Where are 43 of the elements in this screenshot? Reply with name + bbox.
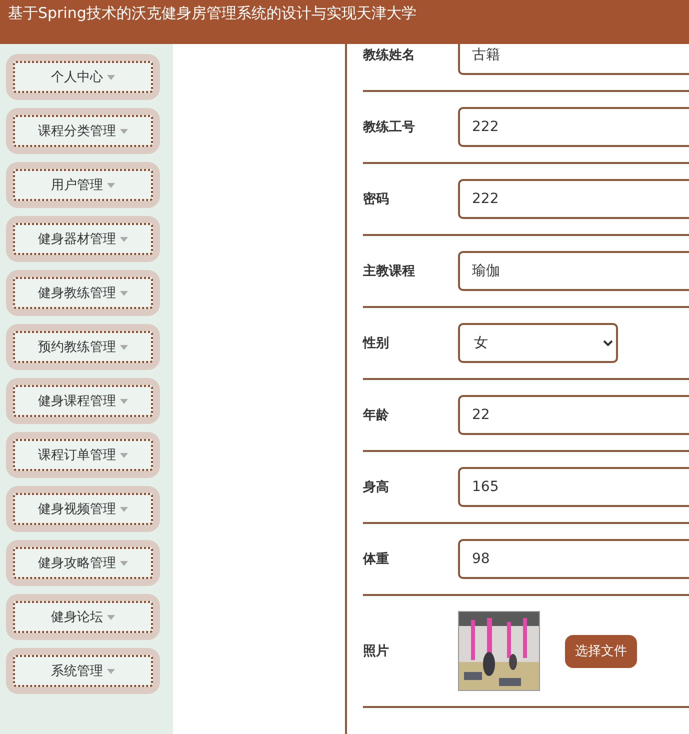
- input-field[interactable]: 古籍: [458, 44, 689, 75]
- field-label: 教练姓名: [363, 47, 416, 64]
- caret-icon: [120, 560, 128, 566]
- menu-item[interactable]: 系统管理: [13, 655, 153, 687]
- input-field[interactable]: 瑜伽: [458, 251, 689, 291]
- input-field[interactable]: 222: [458, 179, 689, 219]
- caret-icon: [120, 290, 128, 296]
- input-field[interactable]: 22: [458, 395, 689, 435]
- field-label: 体重: [363, 550, 390, 568]
- choose-file-button[interactable]: 选择文件: [565, 634, 637, 668]
- field-label: 身高: [363, 478, 390, 496]
- caret-icon: [120, 236, 128, 242]
- caret-icon: [120, 344, 128, 350]
- menu-item[interactable]: 用户管理: [13, 169, 153, 201]
- caret-icon: [107, 614, 115, 620]
- field-label: 主教课程: [363, 262, 416, 280]
- field-label: 性别: [363, 335, 390, 352]
- caret-icon: [107, 668, 115, 674]
- menu-item[interactable]: 课程分类管理: [13, 115, 153, 147]
- field-label: 年龄: [363, 407, 390, 424]
- menu-item[interactable]: 健身课程管理: [13, 385, 153, 417]
- field-label: 教练工号: [363, 119, 416, 136]
- caret-icon: [120, 128, 128, 134]
- menu-item[interactable]: 课程订单管理: [13, 439, 153, 471]
- select-field[interactable]: 女: [458, 323, 618, 363]
- input-field[interactable]: 98: [458, 539, 689, 579]
- caret-icon: [120, 506, 128, 512]
- menu-item[interactable]: 个人中心: [13, 61, 153, 93]
- site-title: 基于Spring技术的沃克健身房管理系统的设计与实现天津大学: [8, 3, 416, 23]
- menu-item[interactable]: 健身攻略管理: [13, 547, 153, 579]
- caret-icon: [120, 398, 128, 404]
- input-field[interactable]: 222: [458, 107, 689, 147]
- menu-item[interactable]: 健身器材管理: [13, 223, 153, 255]
- menu-item[interactable]: 健身教练管理: [13, 277, 153, 309]
- menu-item[interactable]: 预约教练管理: [13, 331, 153, 363]
- menu-item[interactable]: 健身论坛: [13, 601, 153, 633]
- caret-icon: [107, 182, 115, 188]
- field-label: 照片: [363, 643, 390, 660]
- field-label: 密码: [363, 190, 390, 208]
- caret-icon: [120, 452, 128, 458]
- caret-icon: [107, 74, 115, 80]
- input-field[interactable]: 165: [458, 467, 689, 507]
- menu-item[interactable]: 健身视频管理: [13, 493, 153, 525]
